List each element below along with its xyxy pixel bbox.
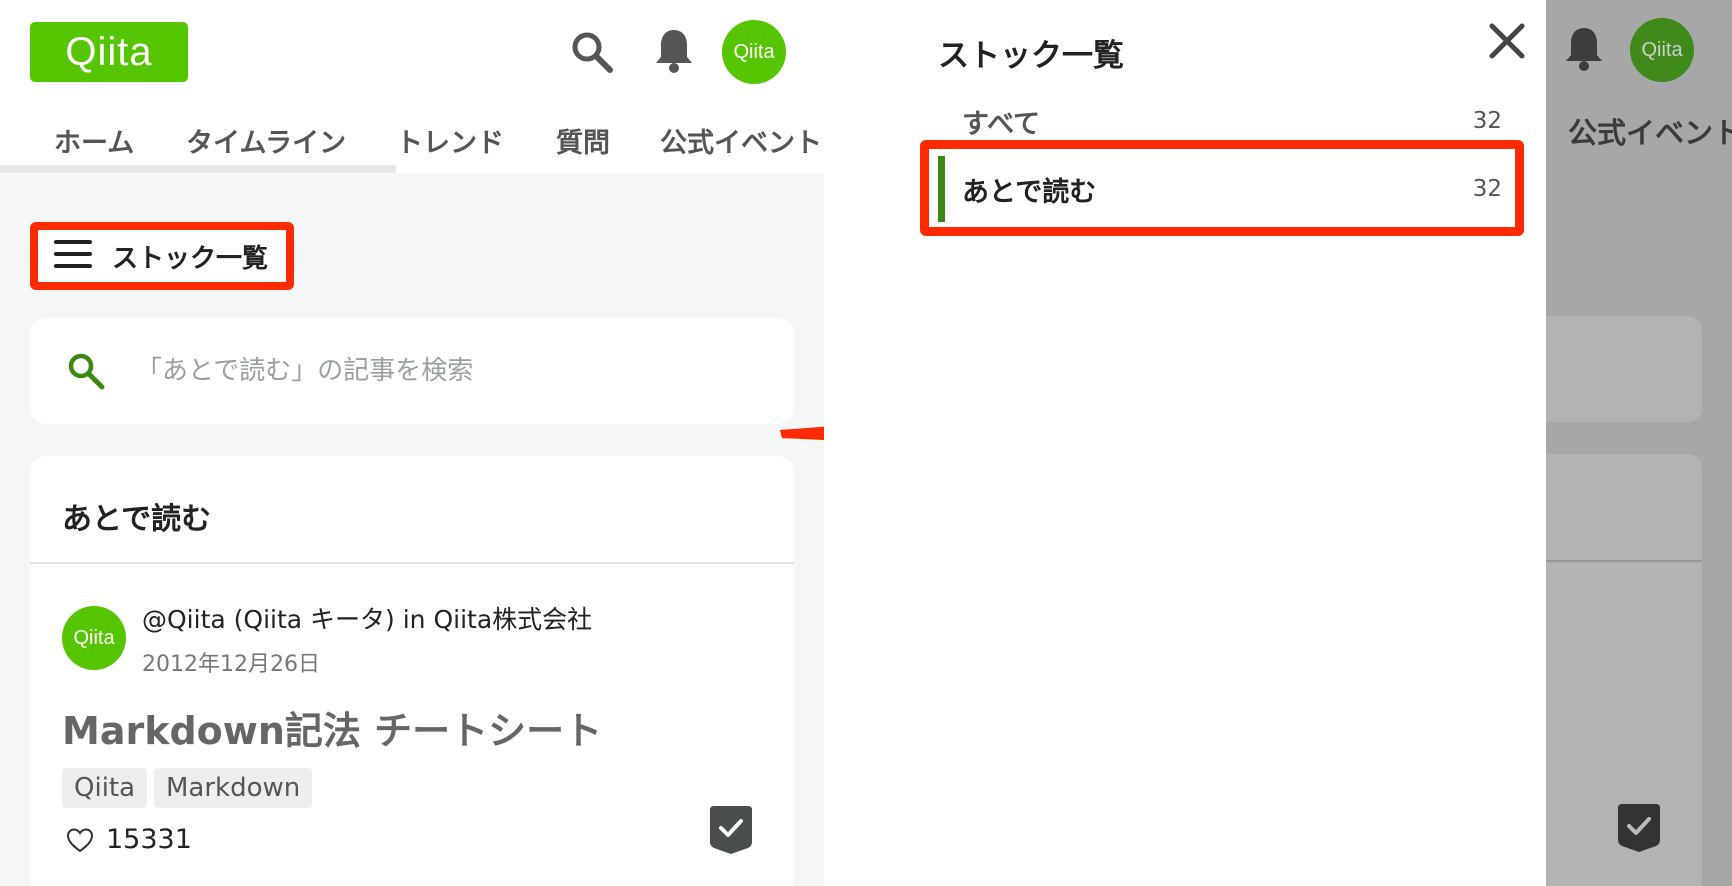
drawer-item-count: 32 [1472,176,1502,202]
tab-home[interactable]: ホーム [54,110,134,170]
tab-trend[interactable]: トレンド [396,110,504,170]
stock-list-button[interactable]: ストック一覧 [30,222,294,290]
author-avatar[interactable]: Qiita [62,606,126,670]
stock-list-label: ストック一覧 [112,243,269,274]
article-tag[interactable]: Qiita [62,768,148,808]
heart-icon [66,827,94,852]
nav-tabs: ホーム タイムライン トレンド 質問 公式イベント [0,110,824,173]
article-likes[interactable]: 15331 [66,824,192,855]
stock-check-icon [1618,804,1660,856]
bell-icon[interactable] [654,28,694,78]
article-date: 2012年12月26日 [142,652,320,677]
drawer-title: ストック一覧 [938,38,1124,74]
article-title[interactable]: Markdown記法 チートシート [62,700,602,755]
selected-indicator [938,156,945,222]
stock-search-input[interactable] [134,355,738,387]
search-icon[interactable] [570,30,614,78]
search-icon [66,351,106,391]
stock-check-icon[interactable] [710,806,752,858]
drawer-item-label: あとで読む [962,176,1097,208]
card-divider [30,562,794,564]
main-page: Qiita Qiita ホーム タイムライン トレンド 質問 公式イベント スト… [0,0,824,886]
dimmed-divider [1546,560,1702,562]
hamburger-icon [54,240,92,272]
bell-icon [1564,26,1604,76]
close-icon[interactable] [1484,18,1530,64]
dimmed-search-box [1546,316,1702,422]
drawer-item-all[interactable]: すべて 32 [962,96,1502,146]
user-avatar: Qiita [1630,18,1694,82]
stock-list-drawer: ストック一覧 すべて 32 あとで読む 32 [824,0,1546,886]
stock-folder-card: あとで読む Qiita @Qiita (Qiita キータ) in Qiita株… [30,456,794,886]
article-tag[interactable]: Markdown [154,768,313,808]
drawer-item-label: すべて [962,108,1041,140]
tab-questions[interactable]: 質問 [556,110,610,170]
drawer-item-read-later[interactable]: あとで読む 32 [962,164,1502,214]
nav-underline [0,165,396,173]
folder-title: あとで読む [62,502,212,537]
drawer-item-count: 32 [1472,108,1502,134]
article-author[interactable]: @Qiita (Qiita キータ) in Qiita株式会社 [142,600,592,636]
dimmed-backdrop[interactable]: Qiita 公式イベント [1546,0,1732,886]
tab-timeline[interactable]: タイムライン [186,110,346,170]
stock-search-box [30,318,794,424]
tab-official-events[interactable]: 公式イベント [660,110,822,170]
user-avatar[interactable]: Qiita [722,20,786,84]
likes-count: 15331 [106,824,192,855]
tab-official-events: 公式イベント [1568,116,1732,150]
qiita-logo[interactable]: Qiita [30,22,188,82]
